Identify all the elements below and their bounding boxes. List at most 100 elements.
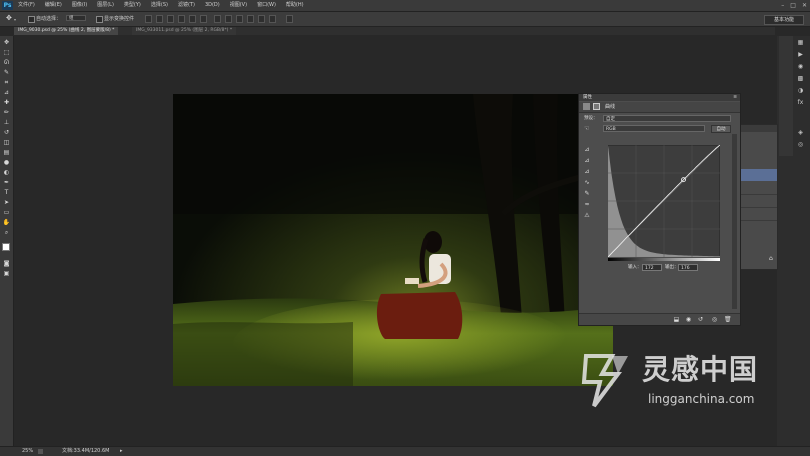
- close-button[interactable]: ✕: [802, 1, 807, 10]
- maximize-button[interactable]: □: [790, 1, 796, 10]
- align-top-icon[interactable]: [145, 15, 152, 23]
- align-right-icon[interactable]: [200, 15, 207, 23]
- layer-row[interactable]: [741, 208, 777, 221]
- color-icon[interactable]: ◉: [796, 62, 805, 71]
- marquee-tool-icon[interactable]: ⬚: [2, 48, 11, 57]
- adjustments-icon[interactable]: ◑: [796, 86, 805, 95]
- align-hcenter-icon[interactable]: [189, 15, 196, 23]
- smooth-icon[interactable]: ≈: [583, 201, 591, 209]
- show-transform-checkbox[interactable]: [96, 16, 103, 23]
- styles-icon[interactable]: fx: [796, 98, 805, 107]
- dodge-tool-icon[interactable]: ◐: [2, 168, 11, 177]
- menu-select[interactable]: 选择(S): [151, 0, 168, 11]
- align-vcenter-icon[interactable]: [156, 15, 163, 23]
- align-left-icon[interactable]: [178, 15, 185, 23]
- channel-dropdown[interactable]: RGB: [603, 125, 705, 132]
- auto-align-icon[interactable]: [286, 15, 293, 23]
- menu-3d[interactable]: 3D(D): [205, 0, 220, 11]
- distribute-top-icon[interactable]: [214, 15, 221, 23]
- menu-file[interactable]: 文件(F): [18, 0, 35, 11]
- tool-preset-chevron-icon[interactable]: ▾: [14, 17, 16, 22]
- curves-graph[interactable]: [608, 145, 720, 257]
- eraser-tool-icon[interactable]: ◫: [2, 138, 11, 147]
- input-field[interactable]: 172: [642, 264, 662, 271]
- tab-img-9030[interactable]: IMG_9030.psd @ 25% (曲线 2, 图层蒙版/8) *: [14, 27, 119, 35]
- auto-select-dropdown[interactable]: 组: [66, 15, 86, 21]
- foreground-color-swatch[interactable]: [2, 243, 10, 251]
- clone-stamp-tool-icon[interactable]: ⊥: [2, 118, 11, 127]
- align-bottom-icon[interactable]: [167, 15, 174, 23]
- mask-icon[interactable]: [593, 103, 600, 110]
- distribute-right-icon[interactable]: [269, 15, 276, 23]
- eyedropper-tool-icon[interactable]: ⊿: [2, 88, 11, 97]
- menu-layer[interactable]: 图层(L): [97, 0, 114, 11]
- distribute-hcenter-icon[interactable]: [258, 15, 265, 23]
- reset-icon[interactable]: ↺: [697, 316, 704, 323]
- history-icon[interactable]: ▦: [796, 38, 805, 47]
- preset-value: 自定: [606, 117, 615, 122]
- lasso-tool-icon[interactable]: ᘏ: [2, 58, 11, 67]
- properties-tab[interactable]: 属性: [583, 95, 592, 100]
- path-select-tool-icon[interactable]: ➤: [2, 198, 11, 207]
- zoom-tool-icon[interactable]: ⌕: [2, 228, 11, 237]
- hand-tool-icon[interactable]: ✋: [2, 218, 11, 227]
- output-field[interactable]: 176: [678, 264, 698, 271]
- visibility-icon[interactable]: ◎: [711, 316, 718, 323]
- move-tool-icon[interactable]: ✥: [6, 14, 12, 22]
- clip-to-layer-icon[interactable]: ⬓: [673, 316, 680, 323]
- minimize-button[interactable]: –: [781, 1, 784, 10]
- layer-row[interactable]: [741, 195, 777, 208]
- crop-tool-icon[interactable]: ⌗: [2, 78, 11, 87]
- pencil-draw-icon[interactable]: ✎: [583, 190, 591, 198]
- quick-select-tool-icon[interactable]: ✎: [2, 68, 11, 77]
- distribute-bottom-icon[interactable]: [236, 15, 243, 23]
- menu-filter[interactable]: 滤镜(T): [178, 0, 195, 11]
- status-icon[interactable]: [38, 449, 43, 454]
- curve-edit-icon[interactable]: ∿: [583, 179, 591, 187]
- eyedropper-white-icon[interactable]: ⊿: [583, 168, 591, 176]
- menu-window[interactable]: 窗口(W): [257, 0, 276, 11]
- eyedropper-black-icon[interactable]: ⊿: [583, 146, 591, 154]
- clipping-warning-icon[interactable]: ⚠: [583, 212, 591, 220]
- type-tool-icon[interactable]: T: [2, 188, 11, 197]
- menu-help[interactable]: 帮助(H): [286, 0, 304, 11]
- pen-tool-icon[interactable]: ✒: [2, 178, 11, 187]
- tab-img-933011[interactable]: IMG_933011.psd @ 25% (图层 2, RGB/8*) *: [132, 27, 237, 35]
- properties-scrollbar[interactable]: [732, 134, 737, 309]
- distribute-left-icon[interactable]: [247, 15, 254, 23]
- move-tool-icon[interactable]: ✥: [2, 38, 11, 47]
- view-previous-icon[interactable]: ◉: [685, 316, 692, 323]
- screen-mode-icon[interactable]: ▣: [2, 269, 11, 278]
- delete-layer-icon[interactable]: ⌂: [769, 255, 773, 262]
- channels-icon[interactable]: ◎: [796, 140, 805, 149]
- document-canvas[interactable]: [173, 94, 613, 386]
- auto-button[interactable]: 自动: [711, 125, 731, 133]
- targeted-adjustment-icon[interactable]: ☜: [584, 125, 589, 132]
- trash-icon[interactable]: 🗑: [724, 316, 732, 323]
- layers-icon[interactable]: ◈: [796, 128, 805, 137]
- preset-dropdown[interactable]: 自定: [603, 115, 731, 122]
- actions-icon[interactable]: ▶: [796, 50, 805, 59]
- panel-menu-icon[interactable]: ≡: [733, 94, 737, 101]
- align-buttons: [145, 15, 207, 23]
- gradient-tool-icon[interactable]: ▤: [2, 148, 11, 157]
- layer-row-selected[interactable]: [741, 169, 777, 181]
- watermark-url: lingganchina.com: [648, 392, 755, 406]
- curves-title: 曲线: [605, 104, 616, 110]
- history-brush-tool-icon[interactable]: ↺: [2, 128, 11, 137]
- menu-view[interactable]: 视图(V): [230, 0, 247, 11]
- quick-mask-icon[interactable]: ◙: [2, 259, 11, 268]
- healing-brush-tool-icon[interactable]: ✚: [2, 98, 11, 107]
- shape-tool-icon[interactable]: ▭: [2, 208, 11, 217]
- brush-tool-icon[interactable]: ✏: [2, 108, 11, 117]
- menu-edit[interactable]: 编辑(E): [45, 0, 62, 11]
- blur-tool-icon[interactable]: ●: [2, 158, 11, 167]
- menu-image[interactable]: 图像(I): [72, 0, 87, 11]
- layer-row[interactable]: [741, 182, 777, 195]
- swatches-icon[interactable]: ▩: [796, 74, 805, 83]
- auto-select-checkbox[interactable]: [28, 16, 35, 23]
- workspace-switcher[interactable]: 基本功能: [764, 15, 804, 25]
- eyedropper-gray-icon[interactable]: ⊿: [583, 157, 591, 165]
- distribute-vcenter-icon[interactable]: [225, 15, 232, 23]
- menu-type[interactable]: 类型(Y): [124, 0, 141, 11]
